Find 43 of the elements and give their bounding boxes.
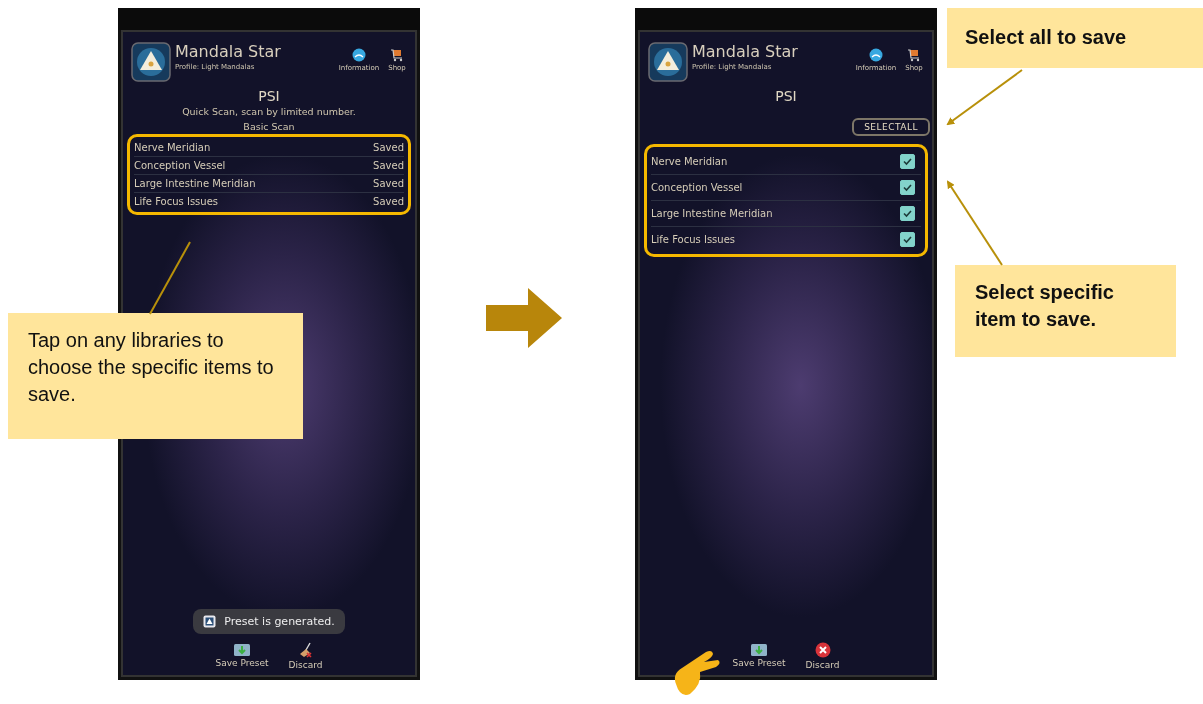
app-logo-icon <box>131 42 171 82</box>
item-label: Conception Vessel <box>651 182 743 193</box>
bottom-action[interactable]: Save Preset <box>732 642 786 670</box>
checkmark-icon <box>902 208 913 219</box>
app-title: Mandala Star <box>692 42 799 62</box>
library-row[interactable]: Nerve Meridian Saved <box>134 139 404 157</box>
section-heading: PSI <box>774 88 798 104</box>
bottom-action[interactable]: Discard <box>288 642 323 670</box>
toast-text: Preset is generated. <box>224 615 335 628</box>
description-text: Quick Scan, scan by limited number. <box>181 105 357 119</box>
checkbox[interactable] <box>900 180 915 195</box>
globe-icon <box>869 48 883 62</box>
close-icon <box>814 642 831 658</box>
library-row[interactable]: Large Intestine Meridian Saved <box>134 175 404 193</box>
library-row[interactable]: Conception Vessel Saved <box>134 157 404 175</box>
section-heading: PSI <box>257 88 281 104</box>
item-label: Large Intestine Meridian <box>651 208 773 219</box>
callout-note: Select all to save <box>947 8 1203 68</box>
callout-note: Tap on any libraries to choose the specific items to save. <box>8 313 303 439</box>
description-text: Basic Scan <box>242 120 296 134</box>
select-all-button[interactable]: SELECTALL <box>852 118 930 136</box>
download-folder-icon <box>234 642 251 656</box>
shopping-cart-icon <box>390 48 404 62</box>
checkmark-icon <box>902 156 913 167</box>
shopping-cart-icon <box>907 48 921 62</box>
pointing-hand-icon <box>674 650 720 695</box>
download-folder-icon <box>751 642 768 656</box>
checkbox[interactable] <box>900 232 915 247</box>
app-logo-icon <box>648 42 688 82</box>
app-title: Mandala Star <box>175 42 282 62</box>
bottom-action[interactable]: Save Preset <box>215 642 269 670</box>
globe-icon <box>352 48 366 62</box>
library-row[interactable]: Life Focus Issues Saved <box>134 193 404 210</box>
item-label: Life Focus Issues <box>651 234 735 245</box>
checkbox[interactable] <box>900 206 915 221</box>
item-label: Nerve Meridian <box>651 156 728 167</box>
right-arrow-icon <box>485 288 562 348</box>
app-logo-icon <box>203 615 217 628</box>
checkmark-icon <box>902 234 913 245</box>
checkmark-icon <box>902 182 913 193</box>
checkbox[interactable] <box>900 154 915 169</box>
bottom-action[interactable]: Discard <box>805 642 840 670</box>
callout-note: Select specific item to save. <box>955 265 1176 357</box>
